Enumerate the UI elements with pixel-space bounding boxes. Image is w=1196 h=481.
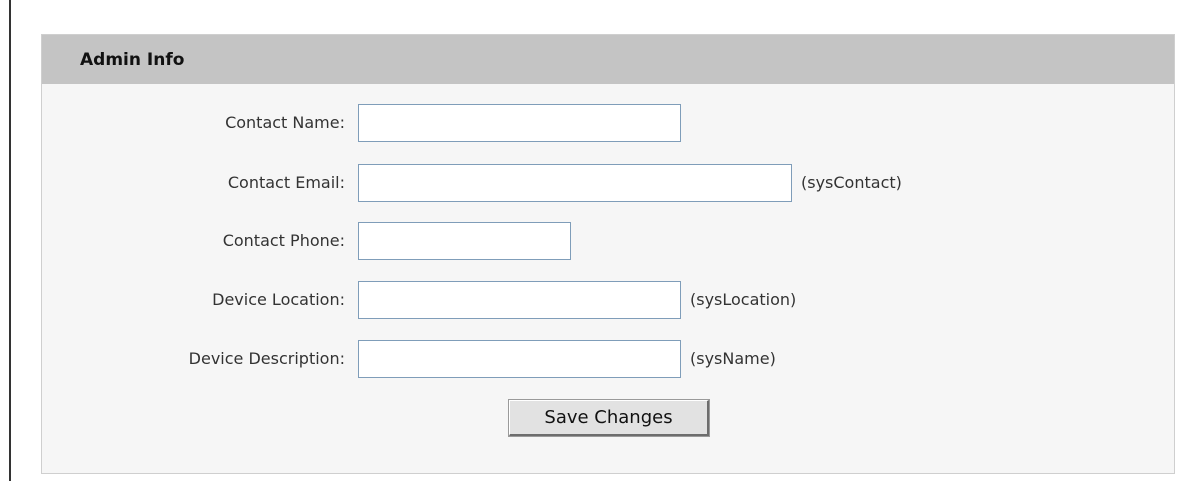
contact-email-hint: (sysContact) <box>801 173 902 192</box>
contact-email-row: Contact Email: (sysContact) <box>42 164 1174 204</box>
save-changes-button[interactable]: Save Changes <box>508 399 710 437</box>
device-description-row: Device Description: (sysName) <box>42 340 1174 380</box>
contact-name-label: Contact Name: <box>225 113 345 132</box>
contact-phone-row: Contact Phone: <box>42 222 1174 262</box>
device-location-input[interactable] <box>358 281 681 319</box>
device-description-label: Device Description: <box>188 349 345 368</box>
contact-email-input[interactable] <box>358 164 792 202</box>
contact-phone-input[interactable] <box>358 222 571 260</box>
contact-email-label: Contact Email: <box>227 173 345 192</box>
contact-phone-label: Contact Phone: <box>222 231 345 250</box>
device-location-label: Device Location: <box>212 290 345 309</box>
device-description-input[interactable] <box>358 340 681 378</box>
left-divider <box>9 0 11 481</box>
panel-title: Admin Info <box>80 50 185 70</box>
panel-header: Admin Info <box>42 35 1174 84</box>
contact-name-row: Contact Name: <box>42 104 1174 144</box>
device-location-row: Device Location: (sysLocation) <box>42 281 1174 321</box>
admin-info-page: Admin Info Contact Name: Contact Email: … <box>0 0 1196 481</box>
device-location-hint: (sysLocation) <box>690 290 797 309</box>
admin-info-panel: Admin Info Contact Name: Contact Email: … <box>41 34 1175 474</box>
contact-name-input[interactable] <box>358 104 681 142</box>
device-description-hint: (sysName) <box>690 349 776 368</box>
